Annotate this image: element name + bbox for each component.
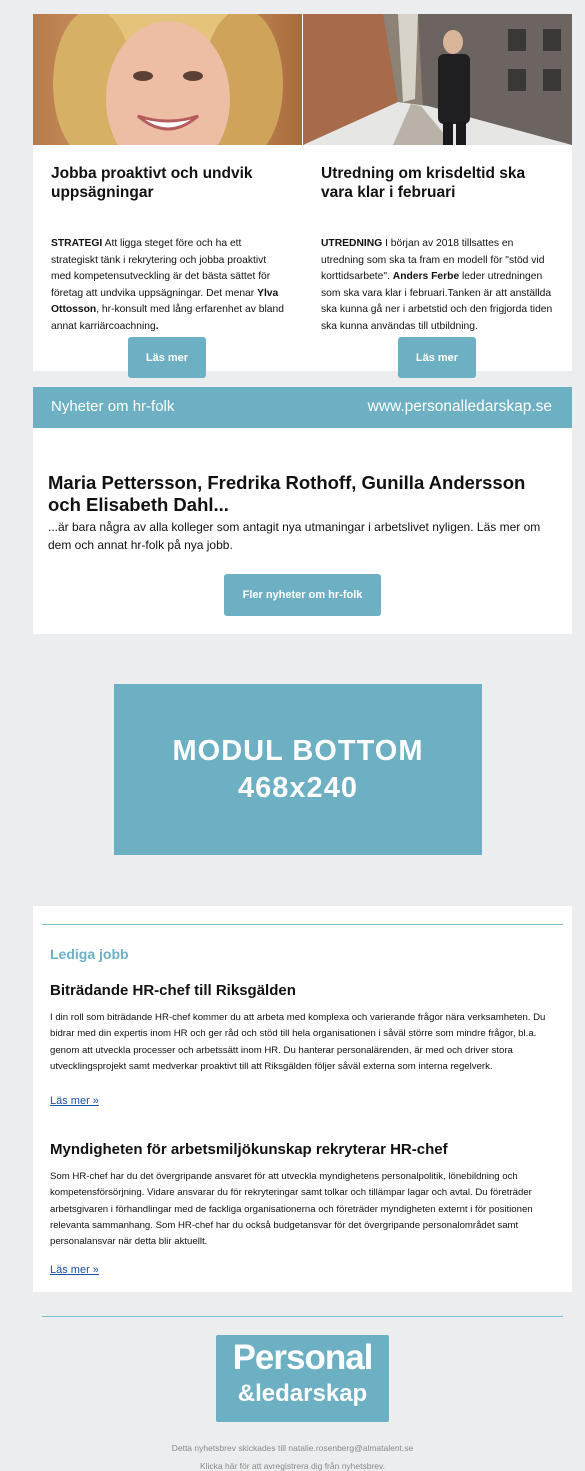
article-summary: UTREDNING I början av 2018 tillsattes en… (321, 238, 553, 332)
divider (42, 924, 563, 925)
job-read-more-link[interactable]: Läs mer » (50, 1095, 99, 1107)
article-photo-woman[interactable] (33, 14, 302, 145)
hr-news-heading[interactable]: Maria Pettersson, Fredrika Rothoff, Guni… (48, 472, 563, 516)
more-hr-news-button[interactable]: Fler nyheter om hr-folk (224, 574, 381, 616)
footer-divider (42, 1316, 563, 1317)
job-listings: Lediga jobb Biträdande HR-chef till Riks… (33, 906, 572, 1292)
banner-site-link[interactable]: www.personalledarskap.se (368, 398, 552, 416)
job-title[interactable]: Myndigheten för arbetsmiljökunskap rekry… (50, 1141, 448, 1158)
article-card-strategi: Jobba proaktivt och undvik uppsägningar … (33, 14, 302, 378)
hr-news-section: Maria Pettersson, Fredrika Rothoff, Guni… (33, 428, 572, 634)
read-more-button[interactable]: Läs mer (398, 337, 476, 378)
jobs-section-title: Lediga jobb (50, 946, 129, 962)
article-card-utredning: Utredning om krisdeltid ska vara klar i … (303, 14, 572, 378)
article-photo-street[interactable] (303, 14, 572, 145)
article-summary: STRATEGI Att ligga steget före och ha et… (51, 238, 284, 332)
featured-articles: Jobba proaktivt och undvik uppsägningar … (33, 14, 572, 378)
logo-line-1: Personal (232, 1338, 374, 1377)
personal-ledarskap-logo[interactable]: Personal &ledarskap (216, 1335, 389, 1422)
hr-news-text: ...är bara några av alla kolleger som an… (48, 520, 541, 552)
job-title[interactable]: Biträdande HR-chef till Riksgälden (50, 982, 296, 999)
ad-line-1: MODUL BOTTOM (172, 734, 424, 767)
article-title[interactable]: Jobba proaktivt och undvik uppsägningar (51, 164, 291, 202)
job-description: I din roll som biträdande HR-chef kommer… (50, 1012, 546, 1072)
read-more-button[interactable]: Läs mer (128, 337, 206, 378)
job-description: Som HR-chef har du det övergripande ansv… (50, 1171, 533, 1248)
ad-module-bottom[interactable]: MODUL BOTTOM 468x240 (114, 684, 482, 855)
sent-to-notice: Detta nyhetsbrev skickades till natalie.… (171, 1443, 414, 1453)
article-title[interactable]: Utredning om krisdeltid ska vara klar i … (321, 164, 561, 202)
hr-news-banner: Nyheter om hr-folk www.personalledarskap… (33, 387, 572, 428)
banner-section-label: Nyheter om hr-folk (51, 398, 175, 415)
job-read-more-link[interactable]: Läs mer » (50, 1264, 99, 1276)
logo-line-2: &ledarskap (237, 1380, 368, 1407)
ad-line-2: 468x240 (238, 771, 358, 804)
